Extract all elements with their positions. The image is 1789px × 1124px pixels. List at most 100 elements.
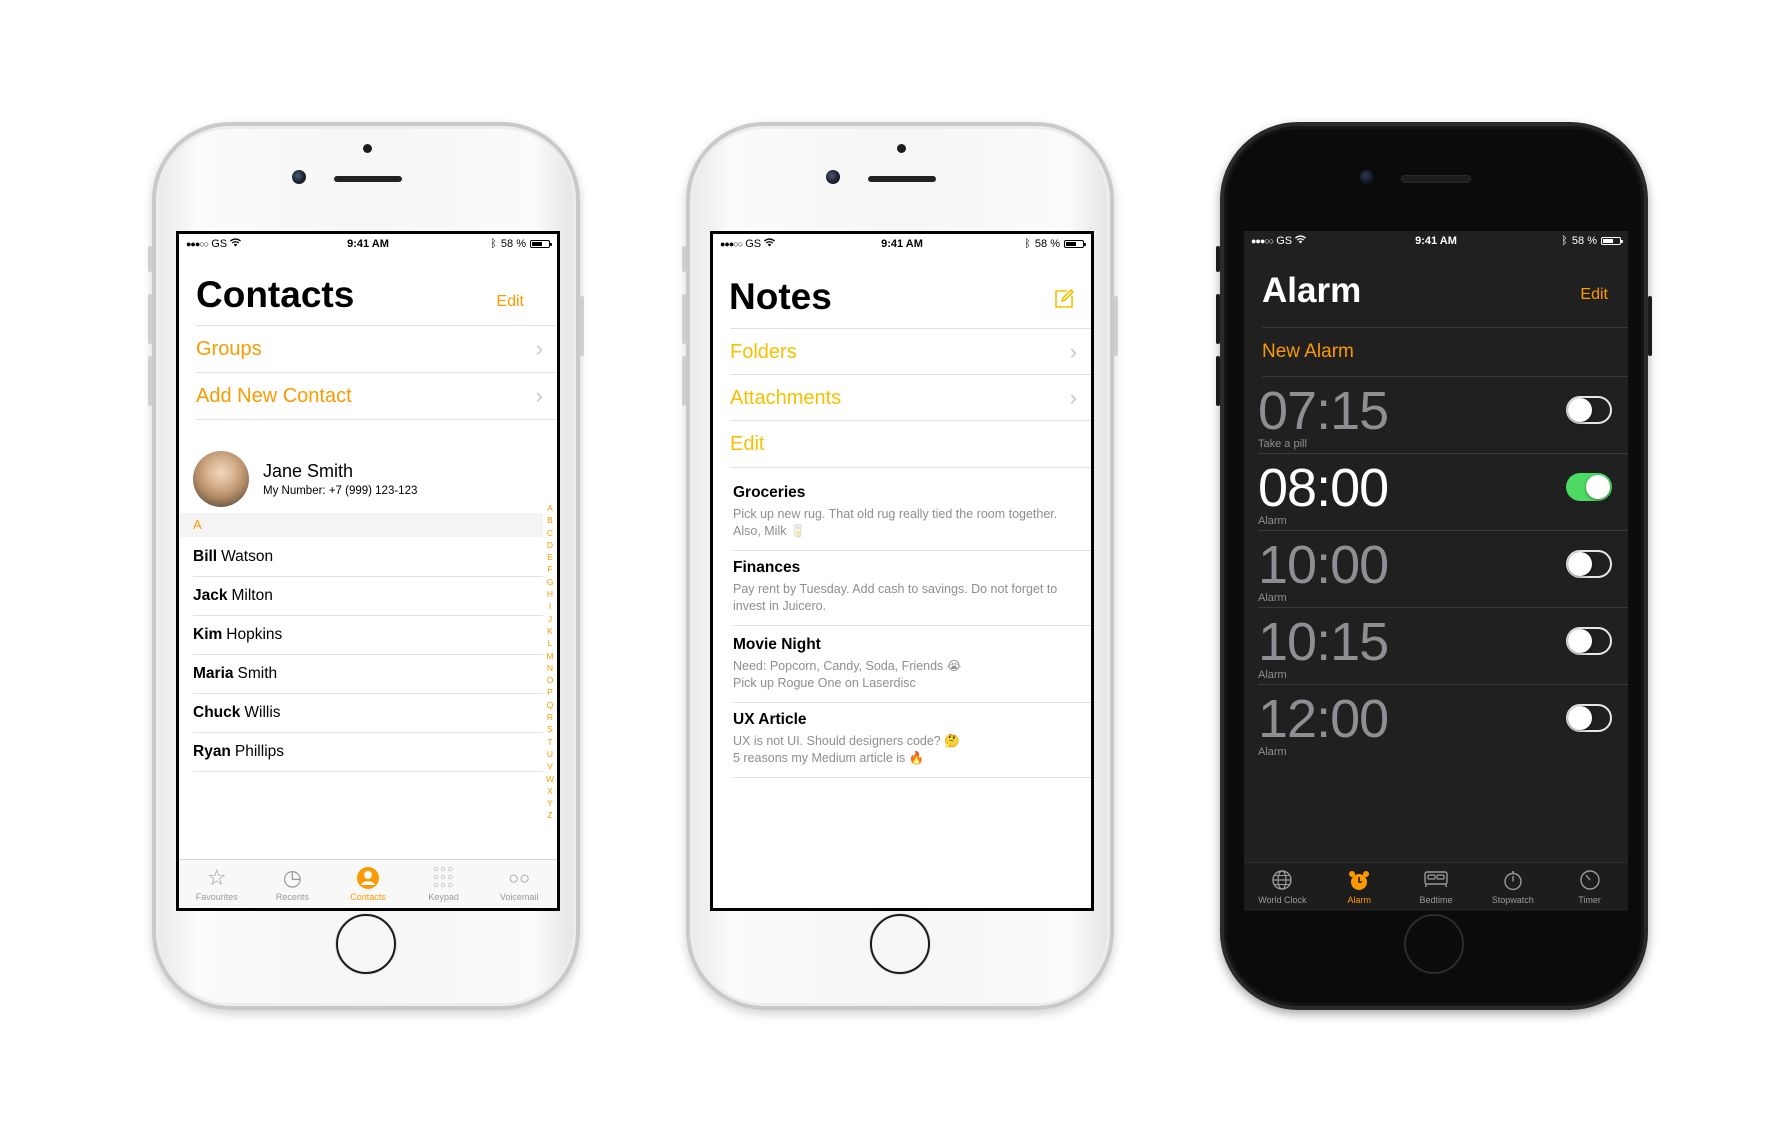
note-item[interactable]: Movie Night Need: Popcorn, Candy, Soda, … — [733, 636, 1091, 703]
alarm-label: Alarm — [1258, 515, 1287, 527]
note-line: Pick up Rogue One on Laserdisc — [733, 676, 916, 690]
index-letter[interactable]: X — [545, 785, 555, 797]
groups-link[interactable]: Groups › — [196, 325, 557, 372]
battery-icon — [1600, 237, 1623, 245]
index-letter[interactable]: J — [545, 613, 555, 625]
contact-row[interactable]: Ryan Phillips — [193, 732, 543, 772]
index-letter[interactable]: E — [545, 551, 555, 563]
index-letter[interactable]: R — [545, 711, 555, 723]
alarm-toggle[interactable] — [1566, 627, 1612, 655]
tab-label: Timer — [1578, 895, 1601, 905]
index-letter[interactable]: Q — [545, 699, 555, 711]
alarm-toggle[interactable] — [1566, 550, 1612, 578]
alarm-row[interactable]: 07:15 Take a pill — [1258, 376, 1628, 454]
new-alarm-button[interactable]: New Alarm — [1262, 327, 1628, 377]
edit-button[interactable]: Edit — [496, 293, 524, 311]
tab-timer[interactable]: Timer — [1551, 863, 1628, 911]
first-name: Kim — [193, 625, 223, 643]
index-letter[interactable]: K — [545, 625, 555, 637]
index-letter[interactable]: F — [545, 563, 555, 575]
carrier-label: GS — [1276, 235, 1293, 247]
index-letter[interactable]: L — [545, 637, 555, 649]
alarm-row[interactable]: 08:00 Alarm — [1258, 453, 1628, 531]
contact-row[interactable]: Maria Smith — [193, 654, 543, 694]
tab-keypad[interactable]: ○○○ ○○○ ○○○ Keypad — [406, 860, 482, 908]
alarm-row[interactable]: 10:00 Alarm — [1258, 530, 1628, 608]
status-time: 9:41 AM — [1415, 235, 1457, 247]
index-letter[interactable]: N — [545, 662, 555, 674]
tab-contacts[interactable]: Contacts — [330, 860, 406, 908]
index-letter[interactable]: G — [545, 576, 555, 588]
index-letter[interactable]: B — [545, 514, 555, 526]
alarm-toggle[interactable] — [1566, 473, 1612, 501]
index-letter[interactable]: S — [545, 723, 555, 735]
index-letter[interactable]: D — [545, 539, 555, 551]
home-button[interactable] — [336, 914, 396, 974]
bed-icon — [1423, 869, 1449, 895]
index-letter[interactable]: U — [545, 748, 555, 760]
alarm-time: 10:00 — [1258, 535, 1389, 595]
note-item[interactable]: Finances Pay rent by Tuesday. Add cash t… — [733, 559, 1091, 626]
folders-label: Folders — [730, 340, 797, 363]
tab-label: Recents — [275, 892, 309, 902]
section-header: A — [179, 513, 543, 537]
carrier-label: GS — [211, 238, 228, 250]
home-button[interactable] — [1404, 914, 1464, 974]
alarm-toggle[interactable] — [1566, 396, 1612, 424]
compose-icon[interactable] — [1053, 288, 1075, 310]
tab-world-clock[interactable]: World Clock — [1244, 863, 1321, 911]
index-letter[interactable]: M — [545, 650, 555, 662]
first-name: Maria — [193, 664, 234, 682]
alarm-label: Alarm — [1258, 669, 1287, 681]
alarm-row[interactable]: 12:00 Alarm — [1258, 684, 1628, 761]
attachments-link[interactable]: Attachments › — [730, 374, 1091, 421]
note-title: Groceries — [733, 484, 806, 501]
index-letter[interactable]: P — [545, 686, 555, 698]
front-camera — [292, 170, 306, 184]
folders-link[interactable]: Folders › — [730, 328, 1091, 375]
earpiece-speaker — [1402, 176, 1470, 182]
contact-row[interactable]: Chuck Willis — [193, 693, 543, 733]
alarm-row[interactable]: 10:15 Alarm — [1258, 607, 1628, 685]
my-card[interactable]: Jane Smith My Number: +7 (999) 123-123 — [193, 451, 417, 507]
index-letter[interactable]: C — [545, 527, 555, 539]
alphabet-index[interactable]: ABCDEFGHIJKLMNOPQRSTUVWXYZ — [545, 502, 555, 822]
voicemail-icon: ○○ — [508, 868, 531, 888]
index-letter[interactable]: H — [545, 588, 555, 600]
note-item[interactable]: UX Article UX is not UI. Should designer… — [733, 711, 1091, 778]
tab-voicemail[interactable]: ○○ Voicemail — [481, 860, 557, 908]
last-name: Phillips — [234, 742, 285, 760]
add-new-contact-link[interactable]: Add New Contact › — [196, 372, 557, 420]
contact-row[interactable]: Kim Hopkins — [193, 615, 543, 655]
alarm-time: 08:00 — [1258, 458, 1389, 518]
index-letter[interactable]: V — [545, 760, 555, 772]
index-letter[interactable]: A — [545, 502, 555, 514]
last-name: Watson — [221, 547, 274, 565]
tab-label: Contacts — [350, 892, 386, 902]
contact-row[interactable]: Jack Milton — [193, 576, 543, 616]
index-letter[interactable]: Y — [545, 797, 555, 809]
index-letter[interactable]: O — [545, 674, 555, 686]
tab-stopwatch[interactable]: Stopwatch — [1474, 863, 1551, 911]
home-button[interactable] — [870, 914, 930, 974]
volume-button — [682, 294, 686, 344]
note-item[interactable]: Groceries Pick up new rug. That old rug … — [733, 484, 1091, 551]
alarm-toggle[interactable] — [1566, 704, 1612, 732]
index-letter[interactable]: T — [545, 736, 555, 748]
tab-bedtime[interactable]: Bedtime — [1398, 863, 1475, 911]
tab-favourites[interactable]: ☆ Favourites — [179, 860, 255, 908]
alarm-time: 10:15 — [1258, 612, 1389, 672]
edit-link[interactable]: Edit — [730, 420, 1091, 468]
stopwatch-icon — [1502, 869, 1524, 895]
battery-percent: 58 % — [1571, 235, 1597, 247]
contact-row[interactable]: Bill Watson — [193, 537, 543, 577]
index-letter[interactable]: W — [545, 773, 555, 785]
note-line: UX is not UI. Should designers code? 🤔 — [733, 734, 960, 748]
tab-alarm[interactable]: Alarm — [1321, 863, 1398, 911]
status-time: 9:41 AM — [347, 238, 389, 250]
index-letter[interactable]: Z — [545, 809, 555, 821]
phone-notes: ●●●○○ GS 9:41 AM ᛒ 58 % Notes Folders › At… — [682, 122, 1118, 1010]
tab-recents[interactable]: ◷ Recents — [255, 860, 331, 908]
index-letter[interactable]: I — [545, 600, 555, 612]
edit-button[interactable]: Edit — [1580, 286, 1608, 304]
